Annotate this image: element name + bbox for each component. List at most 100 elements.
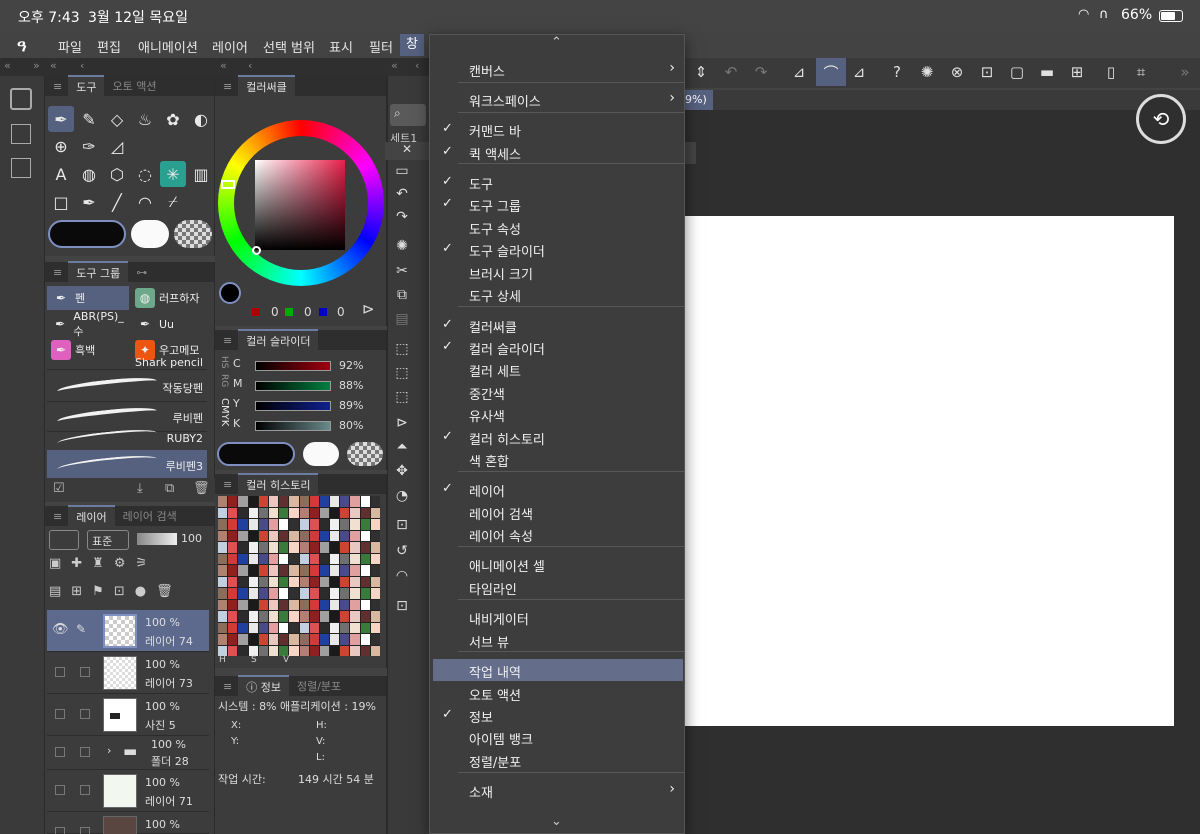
history-swatch[interactable] [319,530,330,541]
history-swatch[interactable] [360,622,370,633]
decoration-tool-icon[interactable]: ✿ [160,106,186,132]
history-swatch[interactable] [228,553,238,564]
history-swatch[interactable] [319,576,330,587]
history-swatch[interactable] [258,576,268,587]
history-swatch[interactable] [309,622,319,633]
history-swatch[interactable] [299,519,309,530]
history-swatch[interactable] [248,622,258,633]
brush-item-shark[interactable]: Shark pencil [47,356,207,370]
visibility-checkbox[interactable] [55,709,65,719]
visibility-checkbox[interactable] [55,785,65,795]
history-swatch[interactable] [299,611,309,622]
history-swatch[interactable] [330,599,340,610]
history-swatch[interactable] [360,576,370,587]
history-swatch[interactable] [279,553,289,564]
history-swatch[interactable] [350,553,360,564]
history-swatch[interactable] [238,599,248,610]
frame-tool-icon[interactable]: ⊕ [48,133,74,159]
navigator-icon[interactable] [10,88,32,110]
history-swatch[interactable] [370,611,380,622]
history-swatch[interactable] [370,565,380,576]
menu-item[interactable]: 도구 속성 [430,216,684,238]
history-swatch[interactable] [370,496,380,507]
history-swatch[interactable] [319,496,330,507]
eyedropper-icon[interactable]: ⌿ [160,189,186,215]
layer-row[interactable]: 100 % 레이어 71 [47,770,209,812]
history-swatch[interactable] [360,588,370,599]
history-swatch[interactable] [279,634,289,645]
group-item-pen[interactable]: ✒ 펜 [47,286,129,310]
history-swatch[interactable] [279,599,289,610]
menu-item[interactable]: ✓ 도구 슬라이더 [430,238,684,260]
cut-icon[interactable]: ✂ [390,260,414,282]
collapse-left-icon-2[interactable]: « [50,59,57,72]
menu-item[interactable]: 서브 뷰 [430,629,684,651]
history-swatch[interactable] [289,542,299,553]
history-swatch[interactable] [350,634,360,645]
mode-tab-hs[interactable]: HS [219,356,229,368]
copy-icon[interactable]: ⧉ [390,284,414,306]
tab-layer[interactable]: 레이어 [68,505,115,527]
history-swatch[interactable] [279,507,289,518]
history-swatch[interactable] [289,611,299,622]
history-swatch[interactable] [350,622,360,633]
history-swatch[interactable] [360,507,370,518]
history-swatch[interactable] [370,599,380,610]
menu-file[interactable]: 파일 [58,37,82,56]
history-swatch[interactable] [268,507,279,518]
history-swatch[interactable] [330,553,340,564]
history-swatch[interactable] [289,565,299,576]
blend-mode-dropdown[interactable]: 표준 [87,530,129,550]
history-swatch[interactable] [258,507,268,518]
history-swatch[interactable] [258,645,268,656]
history-swatch[interactable] [228,611,238,622]
history-swatch[interactable] [370,622,380,633]
history-swatch[interactable] [258,496,268,507]
saturation-value-square[interactable] [255,160,345,250]
grid-icon[interactable] [11,124,31,144]
history-swatch[interactable] [238,496,248,507]
history-swatch[interactable] [370,553,380,564]
menu-window[interactable]: 창 [400,34,424,56]
brush-item-1[interactable]: 작동당펜 [47,372,207,402]
history-swatch[interactable] [319,611,330,622]
history-swatch[interactable] [238,530,248,541]
history-swatch[interactable] [350,519,360,530]
history-swatch[interactable] [248,599,258,610]
history-swatch[interactable] [330,519,340,530]
menu-item[interactable]: 브러시 크기 [430,261,684,283]
lock-checkbox[interactable] [80,667,90,677]
history-swatch[interactable] [228,496,238,507]
history-swatch[interactable] [289,519,299,530]
sub-color-swatch[interactable] [131,220,169,248]
history-swatch[interactable] [289,496,299,507]
history-swatch[interactable] [330,576,340,587]
move-icon[interactable]: ✥ [390,460,414,482]
history-swatch[interactable] [370,576,380,587]
tab-align[interactable]: 정렬/분포 [289,676,349,696]
history-swatch[interactable] [228,565,238,576]
tab-tool-property[interactable]: ⊶ [128,264,155,281]
history-swatch[interactable] [218,611,228,622]
color-mode-icon[interactable]: ⊳ [362,300,375,318]
history-swatch[interactable] [268,622,279,633]
history-swatch[interactable] [228,507,238,518]
paste-icon[interactable]: ▤ [390,308,414,330]
history-swatch[interactable] [340,576,350,587]
history-swatch[interactable] [258,565,268,576]
slider-bar[interactable] [255,361,331,371]
history-swatch[interactable] [248,576,258,587]
chevron-left-icon-3[interactable]: ‹ [415,59,419,72]
current-color-swatch[interactable] [219,282,241,304]
rect-select-icon[interactable]: □ [48,189,74,215]
ruler-tool-icon[interactable]: ◿ [104,133,130,159]
history-swatch[interactable] [350,645,360,656]
history-swatch[interactable] [228,588,238,599]
history-swatch[interactable] [299,496,309,507]
history-swatch[interactable] [360,645,370,656]
opacity-slider[interactable] [137,533,177,545]
layer-cmd-icon[interactable]: ▬ [1032,58,1062,86]
history-swatch[interactable] [360,496,370,507]
history-swatch[interactable] [218,599,228,610]
history-swatch[interactable] [238,565,248,576]
